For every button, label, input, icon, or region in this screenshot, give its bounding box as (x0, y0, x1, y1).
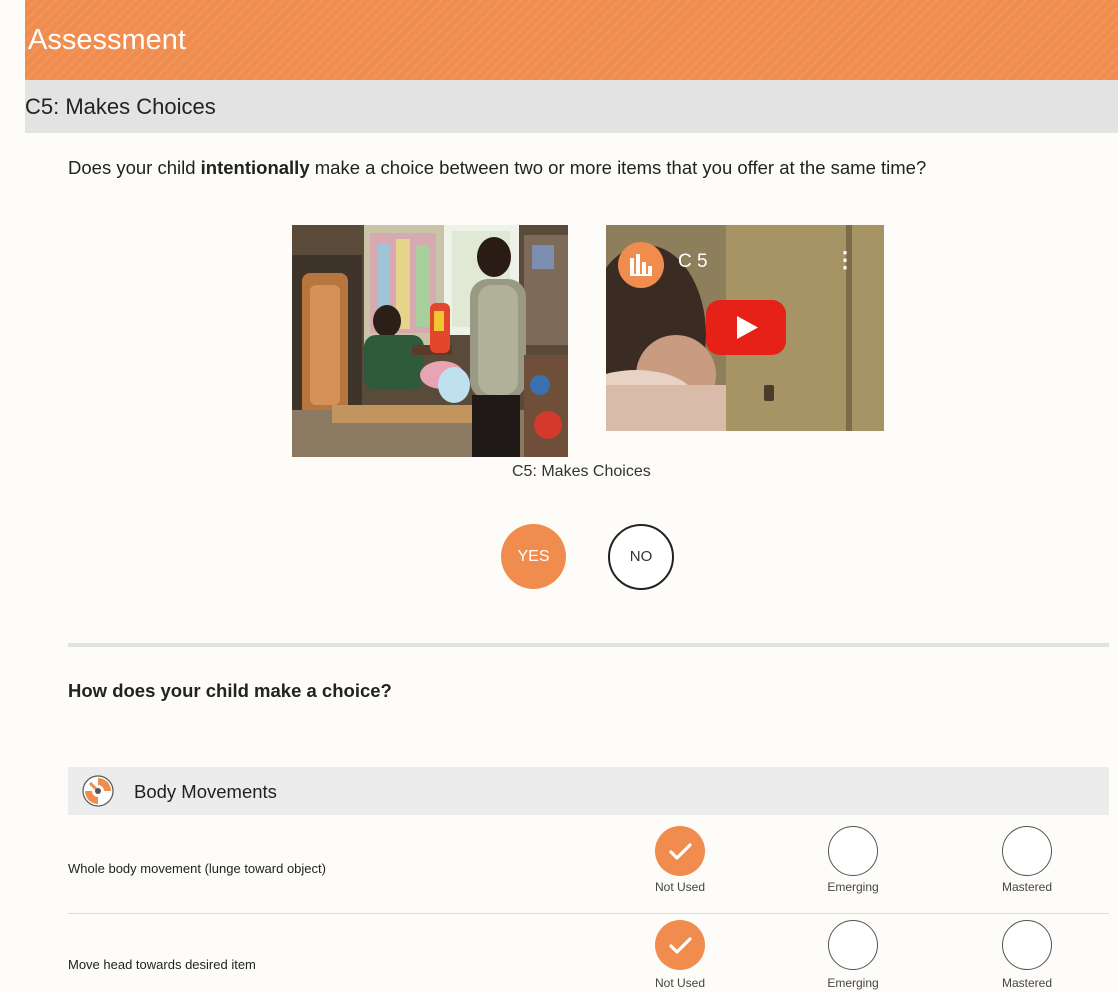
example-photo (292, 225, 568, 457)
checkmark-icon (669, 843, 692, 860)
category-header: Body Movements (68, 767, 1109, 815)
radio-mastered[interactable] (1002, 826, 1052, 876)
option-label: Not Used (654, 976, 706, 990)
assessment-header: Assessment (25, 0, 1118, 80)
question-text: Does your child intentionally make a cho… (68, 157, 926, 179)
question-text-start: Does your child (68, 157, 201, 178)
video-title[interactable]: C 5 (678, 251, 708, 273)
body-movement-icon (82, 775, 114, 807)
page-title: Assessment (28, 24, 186, 56)
no-button[interactable]: NO (608, 524, 674, 590)
section-bar: C5: Makes Choices (25, 80, 1118, 133)
option-label: Mastered (1001, 880, 1053, 894)
option-label: Emerging (827, 976, 879, 990)
radio-not-used[interactable] (655, 826, 705, 876)
channel-avatar[interactable] (618, 242, 664, 288)
option-label: Mastered (1001, 976, 1053, 990)
radio-emerging[interactable] (828, 826, 878, 876)
option-label: Emerging (827, 880, 879, 894)
question-text-emphasis: intentionally (200, 157, 310, 178)
section-divider (68, 643, 1109, 647)
more-options-icon[interactable]: ⋮ (834, 249, 856, 271)
radio-not-used[interactable] (655, 920, 705, 970)
yes-button[interactable]: YES (501, 524, 566, 589)
question-text-end: make a choice between two or more items … (309, 157, 927, 178)
video-caption: C5: Makes Choices (512, 463, 651, 480)
row-label: Whole body movement (lunge toward object… (68, 861, 326, 876)
video-player[interactable]: C 5 ⋮ (606, 225, 884, 431)
radio-emerging[interactable] (828, 920, 878, 970)
followup-question: How does your child make a choice? (68, 680, 392, 701)
category-label: Body Movements (134, 781, 277, 802)
assessment-page: Assessment C5: Makes Choices Does your c… (0, 0, 1118, 993)
row-label: Move head towards desired item (68, 957, 256, 972)
checkmark-icon (669, 937, 692, 954)
table-row: Move head towards desired item Not Used … (68, 914, 1109, 993)
play-icon[interactable] (706, 300, 786, 355)
radio-mastered[interactable] (1002, 920, 1052, 970)
table-row: Whole body movement (lunge toward object… (68, 818, 1109, 913)
section-title: C5: Makes Choices (25, 94, 216, 119)
option-label: Not Used (654, 880, 706, 894)
